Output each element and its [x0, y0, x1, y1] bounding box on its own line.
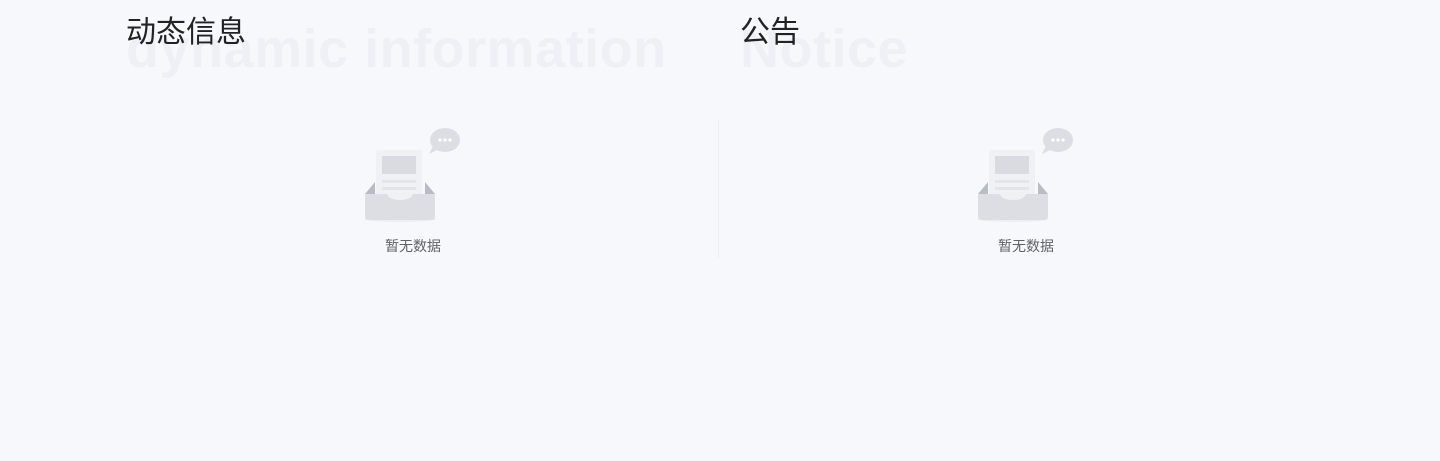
dynamic-info-empty-text: 暂无数据 — [385, 238, 441, 254]
notice-empty-text: 暂无数据 — [998, 238, 1054, 254]
dynamic-info-title: 动态信息 — [126, 16, 246, 49]
dynamic-info-header: dynamic information 动态信息 — [126, 0, 720, 100]
empty-inbox-icon — [977, 128, 1073, 222]
dynamic-info-empty-state: 暂无数据 — [358, 126, 468, 256]
empty-inbox-icon — [364, 128, 460, 222]
notice-empty-state: 暂无数据 — [971, 126, 1081, 256]
notice-title: 公告 — [740, 16, 800, 49]
page: dynamic information 动态信息 暂无数据 Notice 公告 … — [0, 0, 1440, 461]
dynamic-info-section: dynamic information 动态信息 暂无数据 — [126, 0, 720, 255]
notice-section: Notice 公告 暂无数据 — [740, 0, 1314, 254]
section-divider — [718, 120, 719, 258]
notice-header: Notice 公告 — [740, 0, 1314, 100]
